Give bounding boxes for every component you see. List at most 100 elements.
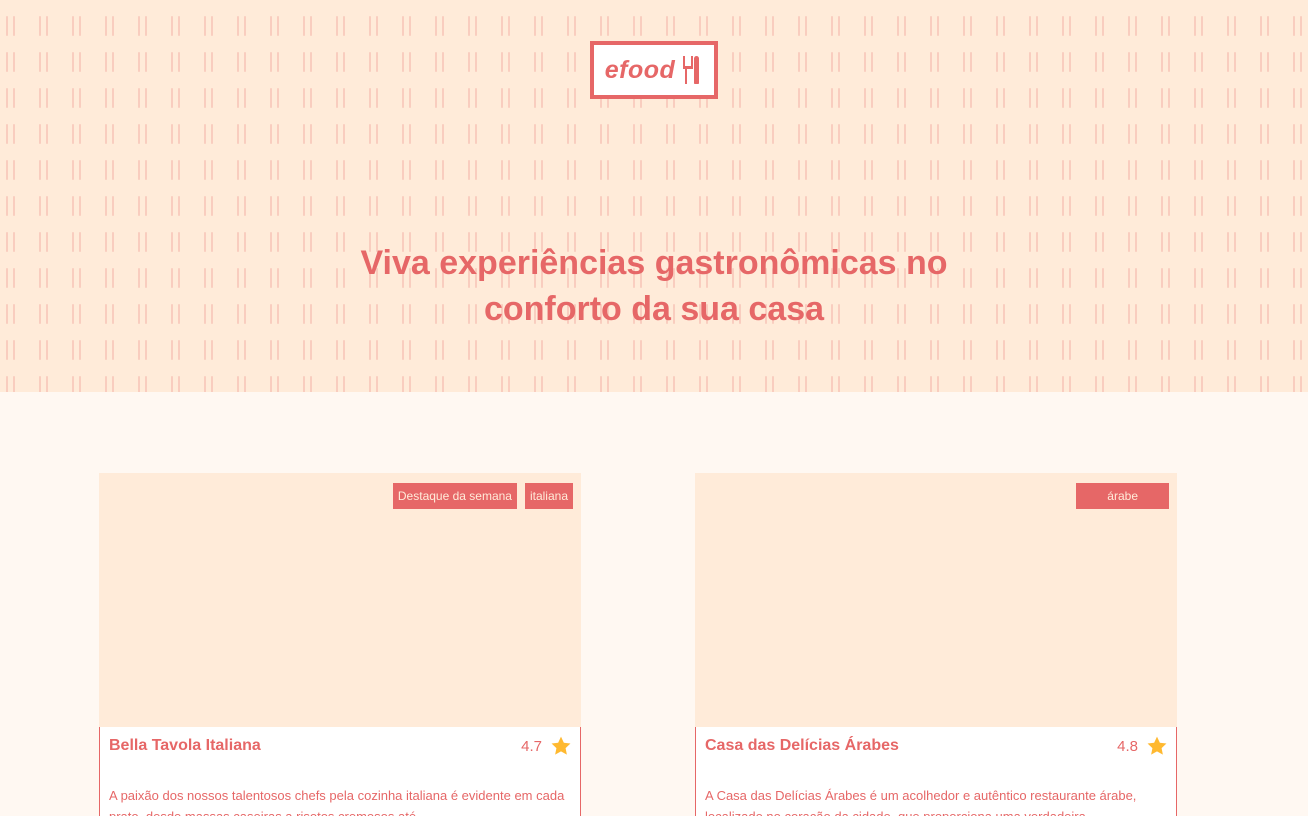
cutlery-pattern-icon	[532, 50, 546, 74]
cutlery-pattern-icon	[532, 374, 546, 392]
tag-cuisine: árabe	[1076, 483, 1169, 509]
cutlery-pattern-icon	[1093, 50, 1107, 74]
cutlery-pattern-icon	[697, 122, 711, 146]
cutlery-pattern-icon	[565, 374, 579, 392]
cutlery-pattern-icon	[433, 158, 447, 182]
cutlery-pattern-icon	[136, 50, 150, 74]
cutlery-pattern-icon	[730, 194, 744, 218]
cutlery-pattern-icon	[334, 14, 348, 38]
cutlery-pattern-icon	[763, 122, 777, 146]
cutlery-pattern-icon	[598, 338, 612, 362]
cutlery-pattern-icon	[1192, 86, 1206, 110]
cutlery-pattern-icon	[103, 194, 117, 218]
cutlery-pattern-icon	[1192, 194, 1206, 218]
cutlery-pattern-icon	[103, 230, 117, 254]
cutlery-pattern-icon	[895, 374, 909, 392]
cutlery-pattern-icon	[268, 158, 282, 182]
cutlery-pattern-icon	[235, 194, 249, 218]
cutlery-pattern-icon	[763, 194, 777, 218]
cutlery-pattern-icon	[334, 194, 348, 218]
restaurant-info: Bella Tavola Italiana 4.7 A paixão dos n…	[99, 727, 581, 816]
cutlery-pattern-icon	[169, 14, 183, 38]
cutlery-pattern-icon	[37, 302, 51, 326]
cutlery-pattern-icon	[268, 266, 282, 290]
cutlery-pattern-icon	[1126, 266, 1140, 290]
cutlery-pattern-icon	[796, 158, 810, 182]
restaurant-rating: 4.8	[1117, 735, 1168, 757]
cutlery-pattern-icon	[1159, 266, 1173, 290]
cutlery-pattern-icon	[499, 86, 513, 110]
cutlery-pattern-icon	[136, 14, 150, 38]
cutlery-pattern-icon	[4, 266, 18, 290]
cutlery-pattern-icon	[301, 14, 315, 38]
cutlery-pattern-icon	[466, 338, 480, 362]
cutlery-pattern-icon	[499, 194, 513, 218]
cutlery-pattern-icon	[664, 374, 678, 392]
cutlery-pattern-icon	[103, 302, 117, 326]
cutlery-pattern-icon	[763, 374, 777, 392]
cutlery-pattern-icon	[499, 338, 513, 362]
cutlery-pattern-icon	[367, 374, 381, 392]
cutlery-pattern-icon	[169, 86, 183, 110]
cutlery-pattern-icon	[730, 14, 744, 38]
cutlery-pattern-icon	[631, 374, 645, 392]
cutlery-pattern-icon	[697, 338, 711, 362]
cutlery-pattern-icon	[928, 158, 942, 182]
cutlery-pattern-icon	[466, 158, 480, 182]
cutlery-pattern-icon	[1192, 302, 1206, 326]
cutlery-pattern-icon	[1225, 338, 1239, 362]
cutlery-pattern-icon	[928, 374, 942, 392]
cutlery-pattern-icon	[631, 338, 645, 362]
cutlery-pattern-icon	[1060, 266, 1074, 290]
cutlery-pattern-icon	[136, 338, 150, 362]
star-icon	[551, 736, 571, 755]
cutlery-pattern-icon	[763, 158, 777, 182]
cutlery-pattern-icon	[763, 86, 777, 110]
cutlery-pattern-icon	[1225, 266, 1239, 290]
cutlery-pattern-icon	[829, 14, 843, 38]
cutlery-pattern-icon	[994, 266, 1008, 290]
cutlery-pattern-icon	[1060, 86, 1074, 110]
cutlery-pattern-icon	[1225, 158, 1239, 182]
cutlery-pattern-icon	[367, 14, 381, 38]
efood-logo[interactable]: efood	[590, 41, 718, 99]
cutlery-pattern-icon	[928, 14, 942, 38]
cutlery-pattern-icon	[400, 374, 414, 392]
cutlery-pattern-icon	[1126, 230, 1140, 254]
cutlery-pattern-icon	[169, 122, 183, 146]
cutlery-pattern-icon	[895, 50, 909, 74]
cutlery-pattern-icon	[532, 14, 546, 38]
cutlery-pattern-icon	[961, 122, 975, 146]
cutlery-pattern-icon	[796, 14, 810, 38]
cutlery-pattern-icon	[301, 338, 315, 362]
cutlery-pattern-icon	[994, 158, 1008, 182]
restaurant-card[interactable]: árabe Casa das Delícias Árabes 4.8 A Cas…	[695, 473, 1177, 816]
cutlery-pattern-icon	[1225, 14, 1239, 38]
cutlery-pattern-icon	[37, 14, 51, 38]
cutlery-pattern-icon	[1225, 374, 1239, 392]
cutlery-pattern-icon	[202, 50, 216, 74]
cutlery-pattern-icon	[1192, 122, 1206, 146]
cutlery-pattern-icon	[202, 302, 216, 326]
cutlery-pattern-icon	[235, 50, 249, 74]
cutlery-pattern-icon	[664, 14, 678, 38]
cutlery-pattern-icon	[235, 338, 249, 362]
restaurant-card[interactable]: Destaque da semana italiana Bella Tavola…	[99, 473, 581, 816]
cutlery-pattern-icon	[334, 86, 348, 110]
cutlery-pattern-icon	[928, 194, 942, 218]
hero-headline: Viva experiências gastronômicas no confo…	[360, 244, 948, 328]
cutlery-pattern-icon	[235, 374, 249, 392]
cutlery-pattern-icon	[136, 86, 150, 110]
cutlery-pattern-icon	[1126, 14, 1140, 38]
cutlery-pattern-icon	[202, 374, 216, 392]
cutlery-pattern-icon	[730, 50, 744, 74]
cutlery-pattern-icon	[367, 86, 381, 110]
cutlery-pattern-icon	[1159, 374, 1173, 392]
cutlery-pattern-icon	[1060, 338, 1074, 362]
cutlery-pattern-icon	[928, 50, 942, 74]
cutlery-pattern-icon	[1192, 158, 1206, 182]
cutlery-pattern-icon	[994, 374, 1008, 392]
cutlery-pattern-icon	[4, 158, 18, 182]
cutlery-pattern-icon	[268, 122, 282, 146]
cutlery-pattern-icon	[466, 374, 480, 392]
